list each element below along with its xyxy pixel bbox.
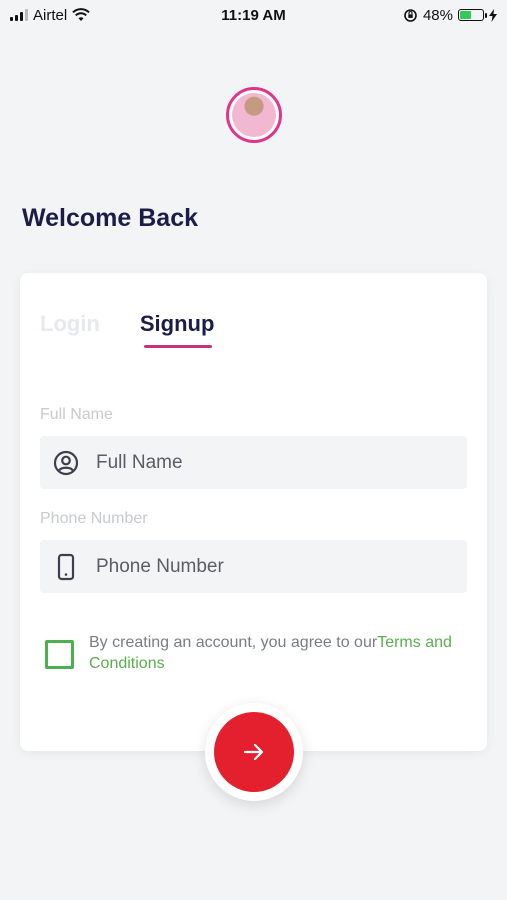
phone-icon bbox=[57, 553, 75, 580]
avatar-image bbox=[232, 93, 276, 137]
tab-signup-label: Signup bbox=[139, 311, 215, 336]
tab-login[interactable]: Login bbox=[40, 311, 100, 337]
user-circle-icon bbox=[53, 450, 79, 475]
full-name-input[interactable] bbox=[92, 451, 467, 474]
phone-label: Phone Number bbox=[40, 510, 148, 527]
submit-button[interactable] bbox=[214, 712, 294, 792]
orientation-lock-icon bbox=[404, 8, 417, 22]
full-name-label: Full Name bbox=[40, 406, 113, 423]
full-name-field[interactable] bbox=[40, 436, 467, 489]
carrier-label: Airtel bbox=[33, 6, 68, 24]
signal-icon bbox=[10, 9, 28, 21]
wifi-icon bbox=[72, 8, 90, 21]
charging-icon bbox=[489, 8, 497, 22]
status-left: Airtel bbox=[10, 7, 90, 24]
battery-percent: 48% bbox=[422, 6, 453, 24]
status-right: 48% bbox=[403, 7, 497, 24]
auth-tabs: Login Signup bbox=[40, 311, 215, 348]
clock: 11:19 AM bbox=[221, 6, 286, 24]
phone-input[interactable] bbox=[92, 555, 467, 578]
terms-prefix: By creating an account, you agree to our bbox=[89, 634, 378, 651]
terms-checkbox[interactable] bbox=[45, 640, 74, 669]
phone-field[interactable] bbox=[40, 540, 467, 593]
status-bar: Airtel 11:19 AM 48% bbox=[0, 0, 507, 30]
terms-text: By creating an account, you agree to our… bbox=[89, 632, 479, 674]
page-title: Welcome Back bbox=[22, 204, 199, 232]
active-tab-indicator bbox=[143, 345, 213, 348]
tab-signup[interactable]: Signup bbox=[139, 311, 215, 348]
arrow-right-icon bbox=[243, 743, 264, 761]
submit-button-container bbox=[205, 703, 303, 801]
avatar bbox=[226, 87, 282, 143]
battery-icon bbox=[458, 9, 487, 21]
signup-card: Login Signup Full Name Phone Number By c… bbox=[20, 273, 487, 751]
